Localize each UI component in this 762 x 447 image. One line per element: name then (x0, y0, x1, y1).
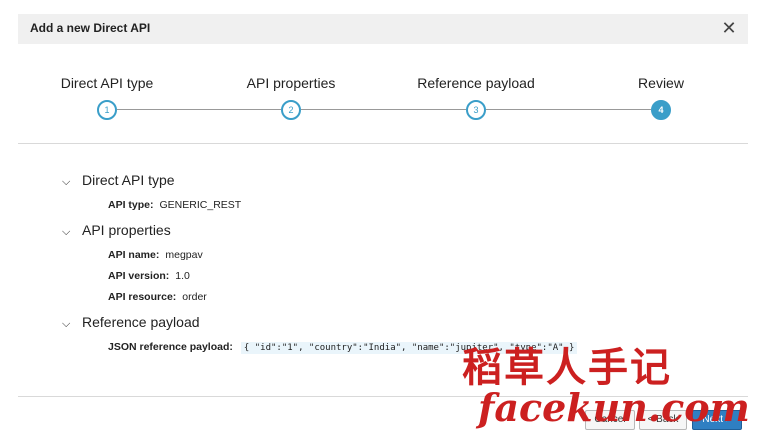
cancel-button[interactable]: Cancel (585, 410, 635, 430)
step-3-circle[interactable]: 3 (466, 100, 486, 120)
section-title: Direct API type (82, 172, 175, 188)
step-label-review: Review (638, 75, 684, 91)
wizard-steps: Direct API type API properties Reference… (18, 44, 748, 144)
section-reference-payload-toggle[interactable]: ⌵ Reference payload (62, 314, 200, 331)
section-title: Reference payload (82, 314, 200, 330)
step-label-reference-payload: Reference payload (417, 75, 535, 91)
prop-api-version: API version: 1.0 (108, 270, 190, 282)
wizard-divider (18, 143, 748, 144)
prop-api-type: API type: GENERIC_REST (108, 199, 241, 211)
footer-divider (18, 396, 748, 397)
back-button[interactable]: < Back (639, 410, 687, 430)
step-4-circle[interactable]: 4 (651, 100, 671, 120)
prop-key: API resource: (108, 291, 177, 303)
prop-key: JSON reference payload: (108, 341, 233, 353)
step-label-api-properties: API properties (246, 75, 336, 91)
chevron-down-icon: ⌵ (62, 318, 71, 330)
step-1-circle[interactable]: 1 (97, 100, 117, 120)
prop-api-resource: API resource: order (108, 291, 207, 303)
section-direct-api-type-toggle[interactable]: ⌵ Direct API type (62, 172, 175, 189)
prop-value: 1.0 (175, 270, 190, 282)
prop-key: API version: (108, 270, 170, 282)
prop-value: megpav (165, 249, 203, 261)
step-2-circle[interactable]: 2 (281, 100, 301, 120)
prop-value: GENERIC_REST (159, 199, 242, 211)
close-icon[interactable]: ✕ (720, 18, 738, 38)
prop-key: API type: (108, 199, 154, 211)
add-direct-api-dialog: Add a new Direct API ✕ Direct API type A… (18, 14, 748, 439)
dialog-header: Add a new Direct API ✕ (18, 14, 748, 44)
section-title: API properties (82, 222, 171, 238)
chevron-down-icon: ⌵ (62, 176, 71, 188)
json-payload-value: { "id":"1", "country":"India", "name":"j… (240, 342, 578, 354)
chevron-down-icon: ⌵ (62, 226, 71, 238)
prop-key: API name: (108, 249, 160, 261)
prop-api-name: API name: megpav (108, 249, 203, 261)
section-api-properties-toggle[interactable]: ⌵ API properties (62, 222, 171, 239)
step-connector (486, 109, 651, 110)
prop-value: order (182, 291, 207, 303)
step-connector (301, 109, 466, 110)
dialog-title: Add a new Direct API (30, 21, 151, 35)
next-button[interactable]: Next > (692, 410, 742, 430)
step-label-direct-api-type: Direct API type (60, 75, 154, 91)
prop-json-reference-payload: JSON reference payload: { "id":"1", "coun… (108, 341, 578, 354)
step-connector (117, 109, 281, 110)
